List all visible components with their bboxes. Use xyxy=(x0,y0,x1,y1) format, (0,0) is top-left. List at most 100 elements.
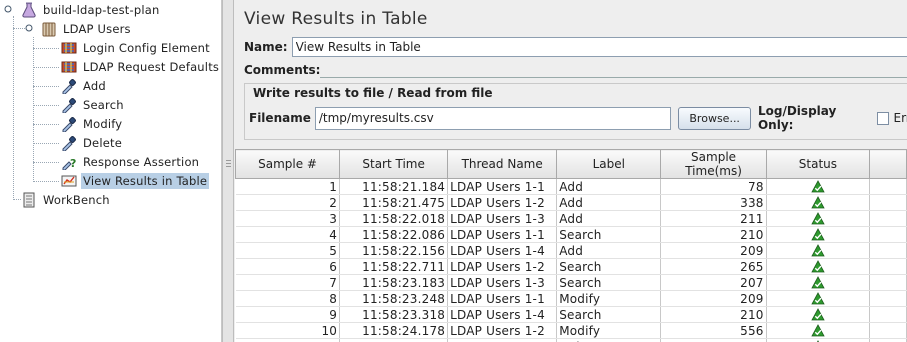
panel-splitter[interactable] xyxy=(222,0,234,342)
comments-field[interactable] xyxy=(320,77,907,78)
tree-item-add[interactable]: Add xyxy=(61,77,108,95)
log-display-only-label: Log/Display Only: xyxy=(757,104,837,132)
collapse-toggle-icon[interactable] xyxy=(25,24,33,32)
errors-checkbox[interactable] xyxy=(877,111,890,125)
label-cell: Add xyxy=(556,210,662,227)
empty-cell xyxy=(869,274,907,291)
tree-item-view-results-table[interactable]: View Results in Table xyxy=(61,172,210,190)
thread-name-cell: LDAP Users 1-1 xyxy=(447,338,558,342)
column-header[interactable]: Sample # xyxy=(235,149,341,179)
status-cell xyxy=(766,290,871,307)
tree-item-test-plan[interactable]: build-ldap-test-plan xyxy=(21,1,161,19)
sample-number-cell: 11 xyxy=(235,338,341,342)
config-element-icon xyxy=(61,42,77,54)
results-table[interactable]: Sample # Start Time Thread Name Label Sa… xyxy=(235,149,907,342)
tree-connector xyxy=(33,162,59,163)
column-header[interactable]: Status xyxy=(765,149,871,179)
table-row[interactable]: 10 11:58:24.178 LDAP Users 1-2 Modify 556 xyxy=(235,322,907,339)
table-row[interactable]: 5 11:58:22.156 LDAP Users 1-4 Add 209 xyxy=(235,242,907,259)
success-status-icon xyxy=(811,275,825,289)
tree-item-login-config[interactable]: Login Config Element xyxy=(61,39,212,57)
sample-number-cell: 10 xyxy=(235,322,341,339)
table-row[interactable]: 3 11:58:22.018 LDAP Users 1-3 Add 211 xyxy=(235,210,907,227)
sample-number-cell: 6 xyxy=(235,258,341,275)
start-time-cell: 11:58:22.156 xyxy=(339,242,449,259)
sample-number-cell: 8 xyxy=(235,290,341,307)
column-header-empty xyxy=(869,149,907,179)
sampler-pipette-icon xyxy=(62,79,76,94)
sample-time-cell: 209 xyxy=(660,242,767,259)
tree-connector xyxy=(13,28,25,29)
sample-time-cell: 207 xyxy=(660,274,767,291)
table-row[interactable]: 8 11:58:23.248 LDAP Users 1-1 Modify 209 xyxy=(235,290,907,307)
collapse-toggle-icon[interactable] xyxy=(4,5,12,13)
status-cell xyxy=(766,242,871,259)
table-row[interactable]: 2 11:58:21.475 LDAP Users 1-2 Add 338 xyxy=(235,194,907,211)
listener-panel: View Results in Table Name: Comments: Wr… xyxy=(235,0,907,342)
empty-cell xyxy=(869,178,907,195)
start-time-cell: 11:58:23.183 xyxy=(339,274,449,291)
status-cell xyxy=(766,226,871,243)
file-section: Write results to file / Read from file F… xyxy=(244,83,907,140)
sample-number-cell: 4 xyxy=(235,226,341,243)
name-input[interactable] xyxy=(291,37,907,57)
empty-cell xyxy=(869,226,907,243)
thread-name-cell: LDAP Users 1-3 xyxy=(447,274,558,291)
table-row[interactable]: 1111:58:24.735LDAP Users 1-1Delete233 xyxy=(235,338,907,342)
empty-cell xyxy=(869,338,907,342)
thread-name-cell: LDAP Users 1-4 xyxy=(447,306,558,323)
start-time-cell: 11:58:23.318 xyxy=(339,306,449,323)
tree-item-delete[interactable]: Delete xyxy=(61,134,124,152)
sample-time-cell: 211 xyxy=(660,210,767,227)
success-status-icon xyxy=(811,195,825,209)
splitter-grip xyxy=(226,160,231,161)
sample-time-cell: 338 xyxy=(660,194,767,211)
label-cell: Add xyxy=(556,178,662,195)
table-row[interactable]: 1 11:58:21.184 LDAP Users 1-1 Add 78 xyxy=(235,178,907,195)
success-status-icon xyxy=(811,211,825,225)
status-cell xyxy=(766,258,871,275)
sampler-pipette-icon xyxy=(62,98,76,113)
column-header[interactable]: Thread Name xyxy=(447,149,558,179)
splitter-grip xyxy=(226,166,231,167)
tree-item-label: Delete xyxy=(83,136,122,150)
start-time-cell: 11:58:22.711 xyxy=(339,258,449,275)
tree-connector xyxy=(13,199,21,200)
tree-item-response-assertion[interactable]: ? Response Assertion xyxy=(61,153,201,171)
tree-item-search[interactable]: Search xyxy=(61,96,126,114)
start-time-cell: 11:58:21.184 xyxy=(339,178,449,195)
tree-item-label: LDAP Users xyxy=(63,22,131,36)
tree-item-thread-group[interactable]: LDAP Users xyxy=(41,20,133,38)
table-row[interactable]: 9 11:58:23.318 LDAP Users 1-4 Search 210 xyxy=(235,306,907,323)
empty-cell xyxy=(869,194,907,211)
name-row: Name: xyxy=(244,36,907,58)
tree-item-modify[interactable]: Modify xyxy=(61,115,124,133)
thread-name-cell: LDAP Users 1-1 xyxy=(447,178,558,195)
tree-item-label: build-ldap-test-plan xyxy=(43,3,160,17)
start-time-cell: 11:58:24.178 xyxy=(339,322,449,339)
comments-row: Comments: xyxy=(244,61,907,79)
success-status-icon xyxy=(811,259,825,273)
svg-text:?: ? xyxy=(70,157,76,170)
empty-cell xyxy=(869,242,907,259)
table-row[interactable]: 7 11:58:23.183 LDAP Users 1-3 Search 207 xyxy=(235,274,907,291)
table-row[interactable]: 6 11:58:22.711 LDAP Users 1-2 Search 265 xyxy=(235,258,907,275)
filename-input[interactable] xyxy=(314,106,672,130)
thread-name-cell: LDAP Users 1-1 xyxy=(447,290,558,307)
tree-item-ldap-defaults[interactable]: LDAP Request Defaults xyxy=(61,58,221,76)
label-cell: Modify xyxy=(556,290,662,307)
test-plan-tree[interactable]: build-ldap-test-plan LDAP Users Login Co… xyxy=(0,0,222,342)
errors-label: Errors xyxy=(893,111,907,125)
column-header[interactable]: Label xyxy=(556,149,662,179)
empty-cell xyxy=(869,322,907,339)
table-row[interactable]: 4 11:58:22.086 LDAP Users 1-1 Search 210 xyxy=(235,226,907,243)
sample-number-cell: 9 xyxy=(235,306,341,323)
browse-button[interactable]: Browse... xyxy=(678,106,751,130)
empty-cell xyxy=(869,306,907,323)
tree-item-workbench[interactable]: WorkBench xyxy=(21,191,112,209)
column-header[interactable]: Sample Time(ms) xyxy=(660,149,767,179)
label-cell: Add xyxy=(556,242,662,259)
empty-cell xyxy=(869,258,907,275)
splitter-grip xyxy=(226,163,231,164)
column-header[interactable]: Start Time xyxy=(339,149,449,179)
